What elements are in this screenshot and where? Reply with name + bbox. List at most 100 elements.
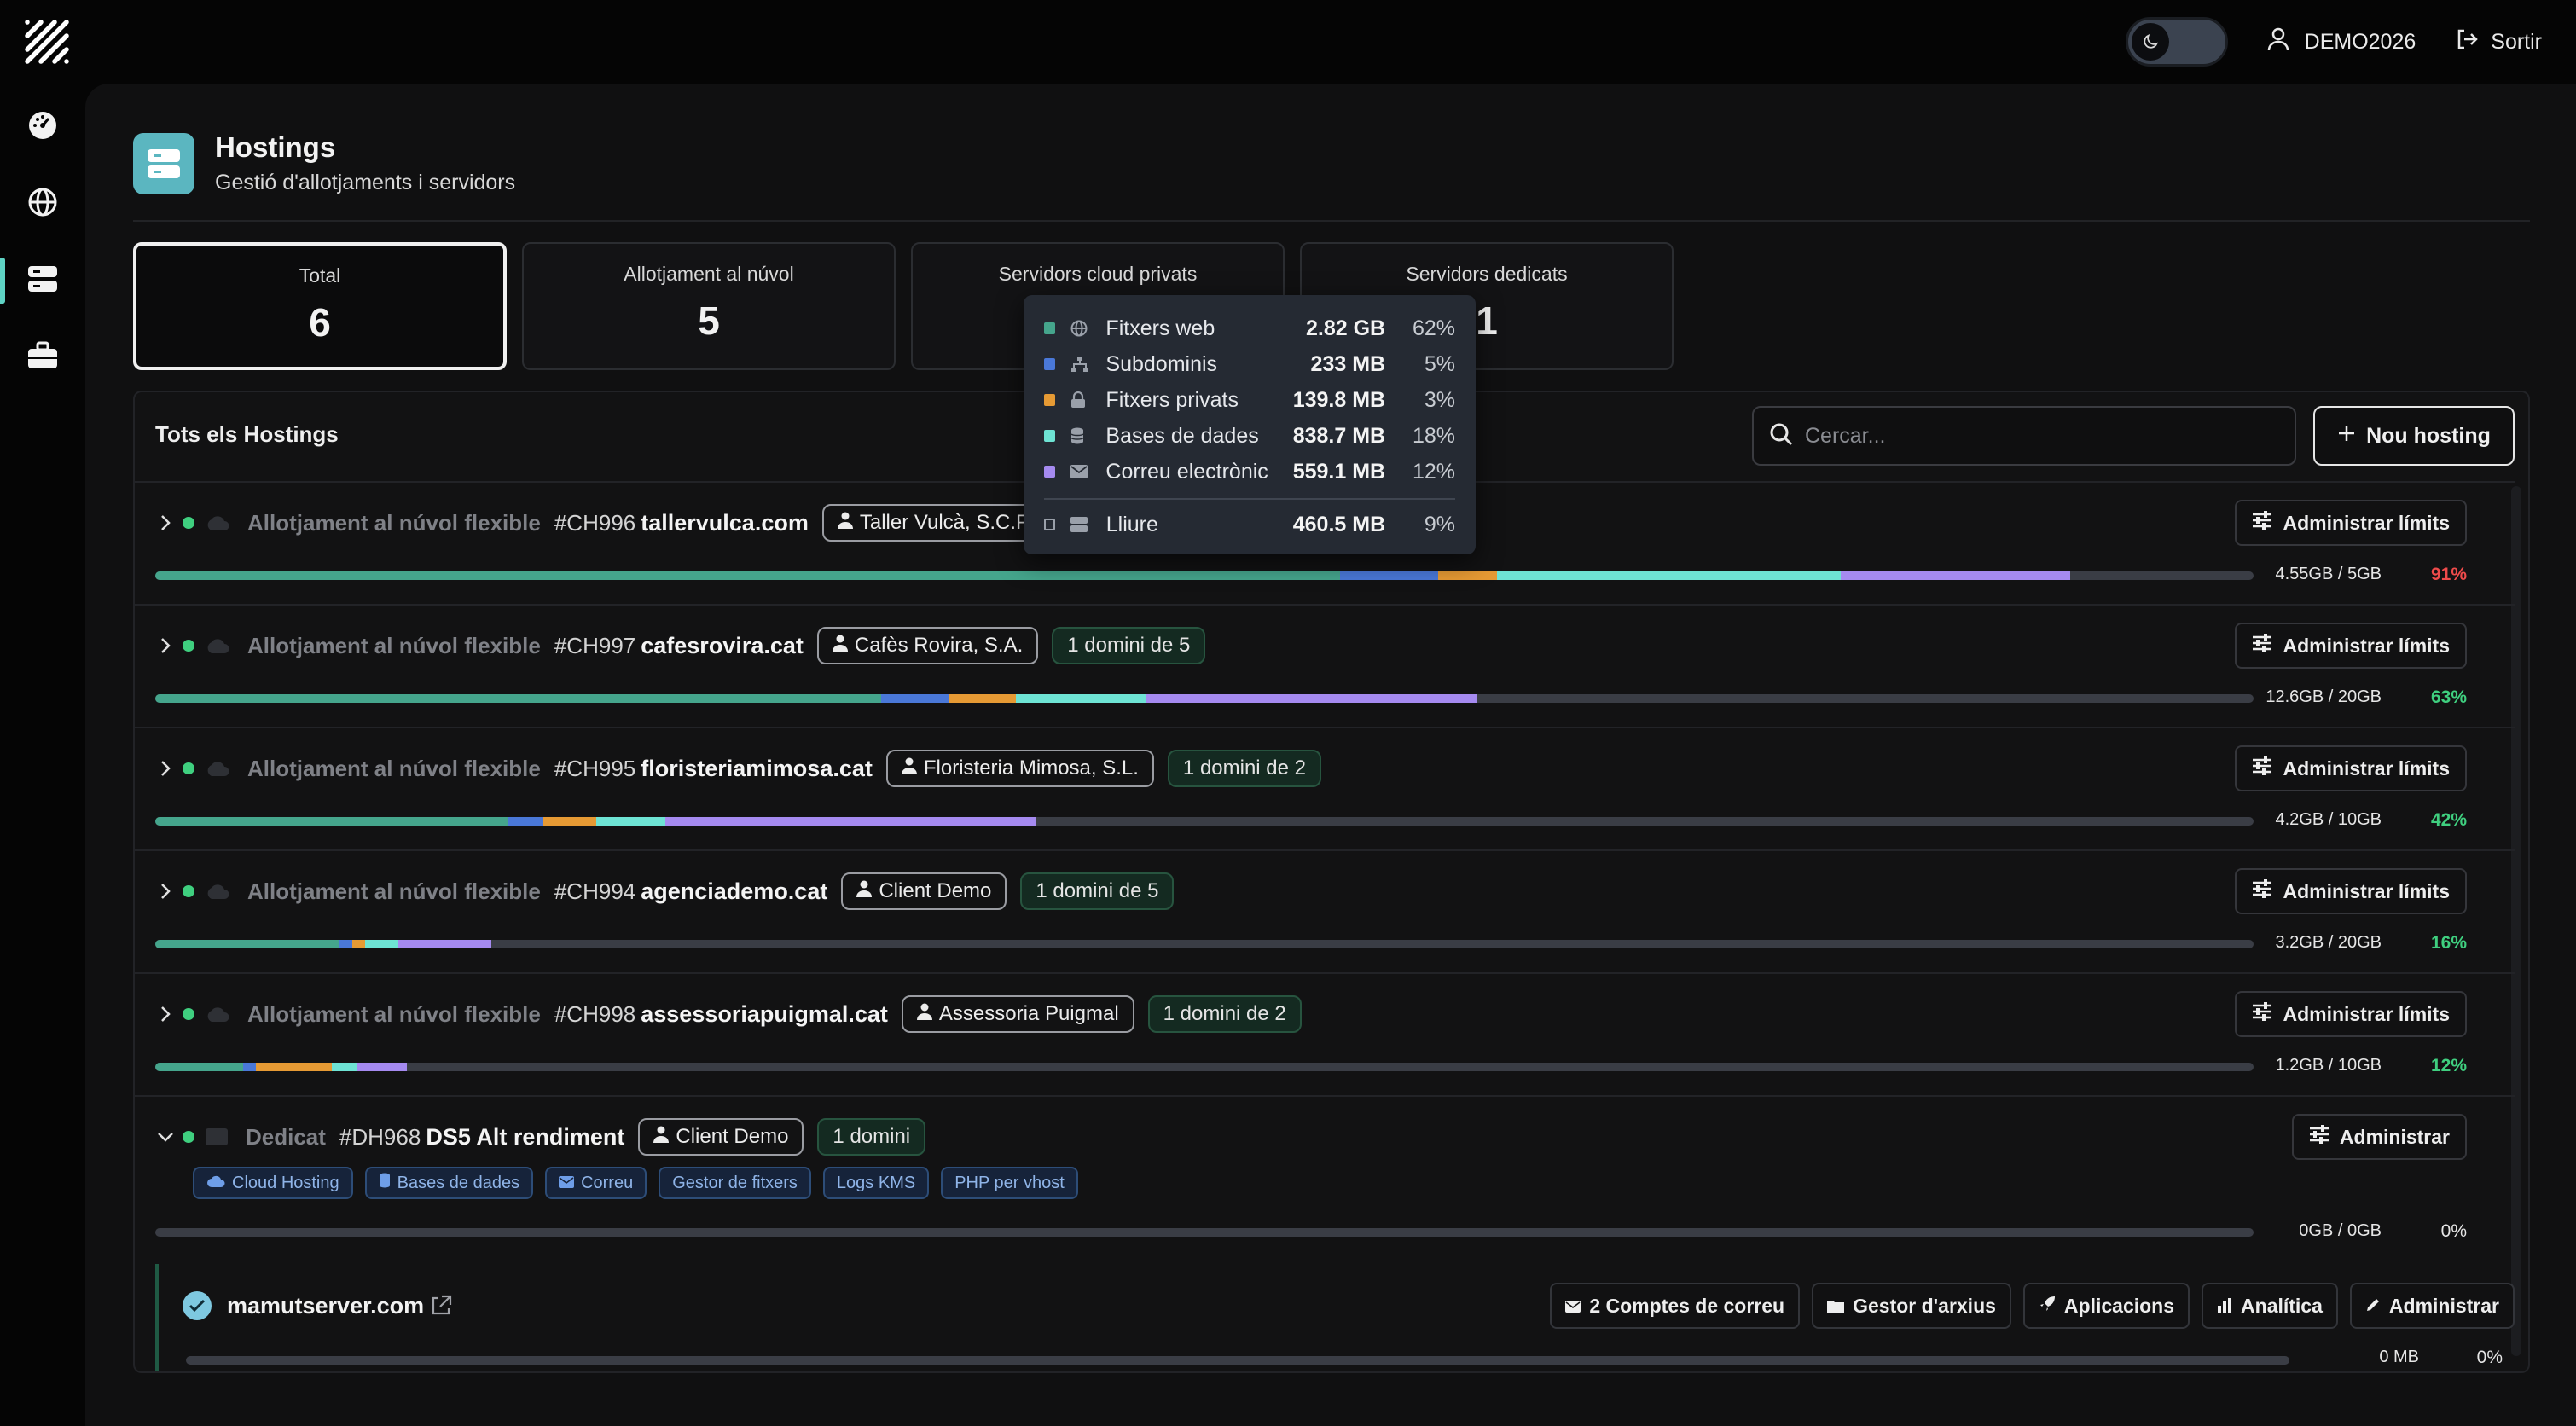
search-input[interactable] — [1805, 423, 2283, 449]
row-header: Dedicat #DH968 DS5 Alt rendiment Client … — [155, 1116, 926, 1158]
usage-segment — [331, 1063, 357, 1071]
tooltip-row: Fitxers privats 139.8 MB 3% — [1044, 382, 1455, 418]
tooltip-row-free: Lliure 460.5 MB 9% — [1044, 507, 1455, 542]
client-name: Cafès Rovira, S.A. — [854, 634, 1024, 657]
tooltip-label: Fitxers web — [1105, 316, 1215, 340]
feature-label: Bases de dades — [397, 1173, 520, 1192]
legend-swatch — [1044, 430, 1055, 442]
server-icon — [205, 1127, 229, 1146]
analytics-button[interactable]: Analítica — [2202, 1283, 2338, 1329]
hosting-row[interactable]: Allotjament al núvol flexible #CH997 caf… — [135, 604, 2515, 727]
username: DEMO2026 — [2304, 29, 2416, 54]
domains-badge: 1 domini de 5 — [1052, 627, 1206, 664]
chart-icon — [2217, 1295, 2232, 1318]
status-dot — [183, 517, 194, 529]
plus-icon — [2337, 424, 2356, 449]
chevron-down-icon[interactable] — [155, 1131, 176, 1143]
mail-accounts-button[interactable]: 2 Comptes de correu — [1550, 1283, 1801, 1329]
hosting-type: Allotjament al núvol flexible — [247, 1000, 541, 1027]
usage-bar — [186, 1356, 2289, 1365]
hosting-row[interactable]: Allotjament al núvol flexible #CH994 age… — [135, 849, 2515, 972]
main-panel: Hostings Gestió d'allotjaments i servido… — [85, 84, 2576, 1426]
chevron-right-icon[interactable] — [155, 514, 176, 531]
admin-limits-button[interactable]: Administrar límits — [2235, 868, 2467, 914]
client-name: Client Demo — [676, 1125, 789, 1148]
logout-button[interactable]: Sortir — [2455, 27, 2542, 57]
dashboard-icon — [27, 110, 58, 145]
theme-toggle[interactable] — [2125, 17, 2228, 67]
domains-badge: 1 domini de 5 — [1020, 872, 1175, 910]
client-badge[interactable]: Cafès Rovira, S.A. — [816, 627, 1039, 664]
hosting-row-dedicated[interactable]: Dedicat #DH968 DS5 Alt rendiment Client … — [135, 1095, 2515, 1266]
client-badge[interactable]: Client Demo — [841, 872, 1007, 910]
admin-limits-button[interactable]: Administrar límits — [2235, 745, 2467, 791]
chevron-right-icon[interactable] — [155, 760, 176, 777]
mail-icon — [1070, 465, 1091, 478]
tooltip-row: Fitxers web 2.82 GB 62% — [1044, 310, 1455, 346]
sidebar-item-dashboard[interactable] — [0, 97, 85, 157]
sidebar-item-domains[interactable] — [0, 174, 85, 234]
hosting-name: DS5 Alt rendiment — [426, 1123, 625, 1150]
admin-limits-button[interactable]: Administrar límits — [2235, 623, 2467, 669]
user-menu[interactable]: DEMO2026 — [2267, 27, 2416, 57]
tooltip-divider — [1044, 498, 1455, 500]
status-dot — [183, 1131, 194, 1143]
feature-label: Cloud Hosting — [232, 1173, 339, 1192]
usage-bar — [155, 1228, 2254, 1237]
legend-swatch — [1044, 394, 1055, 406]
chevron-right-icon[interactable] — [155, 637, 176, 654]
folder-icon — [1827, 1295, 1845, 1318]
file-manager-button[interactable]: Gestor d'arxius — [1812, 1283, 2011, 1329]
usage-segment — [339, 940, 353, 948]
usage-segment — [155, 817, 508, 826]
stat-label: Servidors cloud privats — [998, 263, 1198, 285]
sidebar-item-services[interactable] — [0, 328, 85, 387]
site-domain[interactable]: mamutserver.com — [227, 1293, 424, 1319]
usage-segment — [1841, 571, 2071, 580]
applications-button[interactable]: Aplicacions — [2022, 1283, 2190, 1329]
usage-segment — [595, 817, 665, 826]
external-link-icon[interactable] — [430, 1295, 452, 1321]
status-dot — [183, 762, 194, 774]
usage-segment — [1015, 694, 1146, 703]
new-hosting-button[interactable]: Nou hosting — [2313, 406, 2515, 466]
hosting-row[interactable]: Allotjament al núvol flexible #CH998 ass… — [135, 972, 2515, 1095]
domains-badge: 1 domini de 2 — [1147, 995, 1302, 1033]
admin-button[interactable]: Administrar — [2291, 1114, 2467, 1160]
usage-segment — [398, 940, 491, 948]
hosting-domain: agenciademo.cat — [641, 878, 828, 904]
tooltip-row: Subdominis 233 MB 5% — [1044, 346, 1455, 382]
client-badge[interactable]: Taller Vulcà, S.C.P. — [821, 504, 1048, 542]
logout-icon — [2455, 27, 2479, 57]
client-badge[interactable]: Assessoria Puigmal — [901, 995, 1134, 1033]
usage-segment — [155, 694, 882, 703]
sidebar-item-hostings[interactable] — [0, 251, 85, 310]
usage-segment — [664, 817, 1037, 826]
hosting-code: #CH995 — [554, 755, 636, 781]
usage-segment — [155, 940, 340, 948]
client-badge[interactable]: Client Demo — [638, 1118, 804, 1156]
stat-card-cloud-hosting[interactable]: Allotjament al núvol 5 — [522, 242, 896, 370]
search-box[interactable] — [1752, 406, 2296, 466]
tooltip-label: Lliure — [1105, 512, 1158, 536]
site-admin-button[interactable]: Administrar — [2349, 1283, 2515, 1329]
usage-segment — [508, 817, 544, 826]
stat-card-total[interactable]: Total 6 — [133, 242, 507, 370]
divider — [133, 220, 2530, 222]
client-badge[interactable]: Floristeria Mimosa, S.L. — [885, 750, 1154, 787]
status-dot — [183, 640, 194, 652]
status-dot — [183, 885, 194, 897]
hosting-row[interactable]: Allotjament al núvol flexible #CH995 flo… — [135, 727, 2515, 849]
sliders-icon — [2252, 511, 2272, 535]
chevron-right-icon[interactable] — [155, 883, 176, 900]
admin-limits-button[interactable]: Administrar límits — [2235, 991, 2467, 1037]
usage-text: 4.2GB / 10GB — [2275, 810, 2382, 829]
brand-logo[interactable] — [24, 19, 70, 65]
site-row[interactable]: mamutserver.com 2 Comptes de correu Gest… — [155, 1264, 2515, 1371]
chevron-right-icon[interactable] — [155, 1006, 176, 1023]
usage-segment — [948, 694, 1016, 703]
admin-limits-button[interactable]: Administrar límits — [2235, 500, 2467, 546]
usage-text: 3.2GB / 20GB — [2275, 933, 2382, 952]
usage-percent: 42% — [2430, 810, 2467, 830]
status-dot — [183, 1008, 194, 1020]
